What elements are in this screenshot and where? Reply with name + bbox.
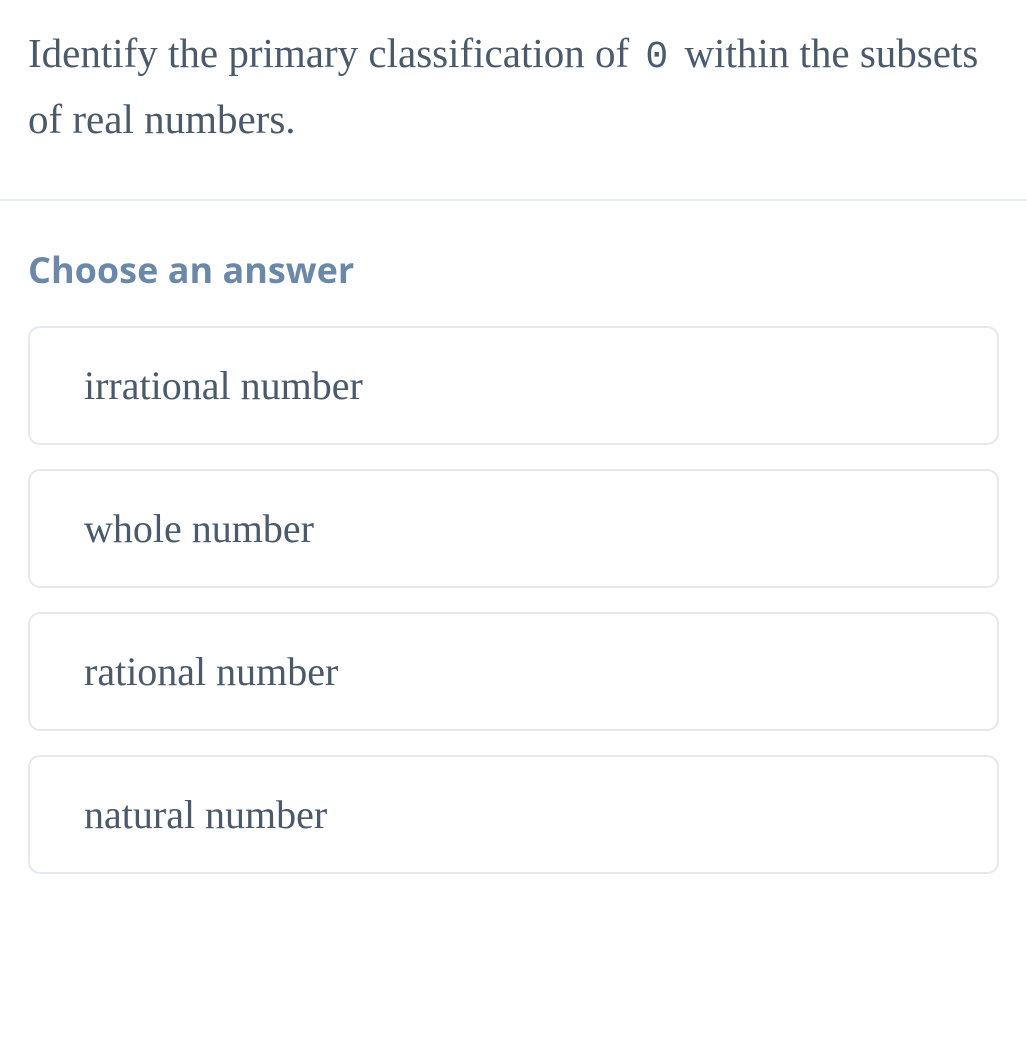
option-label: whole number <box>84 506 314 551</box>
option-natural-number[interactable]: natural number <box>28 755 999 874</box>
question-section: Identify the primary classification of 0… <box>0 0 1027 201</box>
choose-answer-label: Choose an answer <box>28 245 999 294</box>
question-number: 0 <box>639 36 674 79</box>
option-label: irrational number <box>84 363 363 408</box>
option-rational-number[interactable]: rational number <box>28 612 999 731</box>
question-prefix: Identify the primary classification of <box>28 30 639 76</box>
question-text: Identify the primary classification of 0… <box>28 22 999 151</box>
option-irrational-number[interactable]: irrational number <box>28 326 999 445</box>
option-label: rational number <box>84 649 338 694</box>
option-whole-number[interactable]: whole number <box>28 469 999 588</box>
answer-section: Choose an answer irrational number whole… <box>0 201 1027 918</box>
option-label: natural number <box>84 792 327 837</box>
